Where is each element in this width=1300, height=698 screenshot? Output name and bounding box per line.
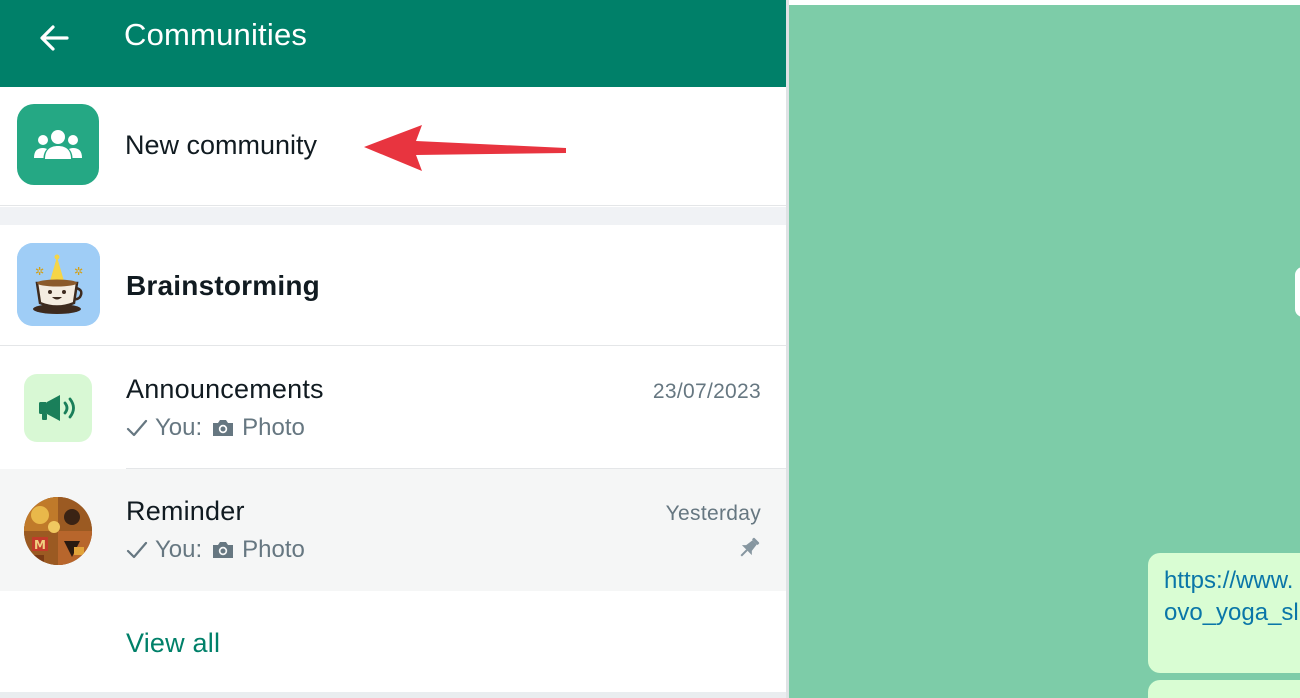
new-community-item[interactable]: New community (0, 87, 788, 206)
bottom-strip (0, 692, 788, 698)
page-title: Communities (124, 17, 308, 52)
community-item-brainstorming[interactable]: ✲ ✲ Brainstorming (0, 225, 788, 346)
chat-preview: You: Photo (126, 536, 305, 564)
message-link[interactable]: https://www. ovo_yoga_sl (1164, 565, 1299, 629)
message-bubble-partial (1295, 267, 1300, 317)
header-bar: Communities (0, 0, 788, 87)
chat-item-reminder[interactable]: M Reminder Yesterday You: Photo (0, 469, 788, 591)
chat-preview-text: Photo (242, 536, 305, 563)
people-group-icon (34, 129, 82, 159)
new-community-avatar (17, 104, 99, 185)
svg-text:✲: ✲ (35, 265, 44, 278)
chat-timestamp: 23/07/2023 (652, 380, 761, 403)
artwork-avatar-icon: M (24, 497, 92, 565)
communities-panel: Communities New community ✲ ✲ Brainstorm… (0, 0, 788, 698)
coffee-cup-icon: ✲ ✲ (17, 243, 100, 326)
message-bubble[interactable]: https://www. ovo_yoga_sl (1148, 553, 1300, 673)
camera-icon (211, 417, 235, 439)
pin-icon (740, 537, 760, 557)
view-all-link[interactable]: View all (126, 628, 220, 659)
chat-name: Reminder (126, 496, 245, 526)
megaphone-icon (39, 395, 75, 421)
chat-timestamp: Yesterday (665, 502, 761, 525)
community-avatar: ✲ ✲ (17, 243, 100, 326)
chat-sender: You: (155, 536, 203, 563)
arrow-left-icon (40, 25, 69, 51)
annotation-arrow-icon (364, 125, 566, 171)
svg-text:M: M (34, 538, 46, 552)
message-bubble-next (1148, 680, 1300, 698)
check-icon (126, 417, 148, 439)
back-button[interactable] (34, 20, 74, 56)
message-link-line-2: ovo_yoga_sl (1164, 599, 1299, 626)
reminder-avatar: M (24, 497, 92, 565)
chat-sender: You: (155, 414, 203, 441)
new-community-label: New community (125, 130, 318, 160)
conversation-panel: https://www. ovo_yoga_sl (789, 0, 1300, 698)
camera-icon (211, 539, 235, 561)
chat-preview-text: Photo (242, 414, 305, 441)
check-icon (126, 539, 148, 561)
svg-text:✲: ✲ (74, 265, 83, 278)
chat-preview: You: Photo (126, 414, 305, 442)
chat-name: Announcements (126, 374, 324, 404)
section-gap (0, 207, 788, 225)
chat-item-announcements[interactable]: Announcements 23/07/2023 You: Photo (0, 347, 788, 469)
announcements-avatar (24, 374, 92, 442)
community-name: Brainstorming (126, 270, 320, 301)
message-link-line-1: https://www. (1164, 567, 1294, 594)
